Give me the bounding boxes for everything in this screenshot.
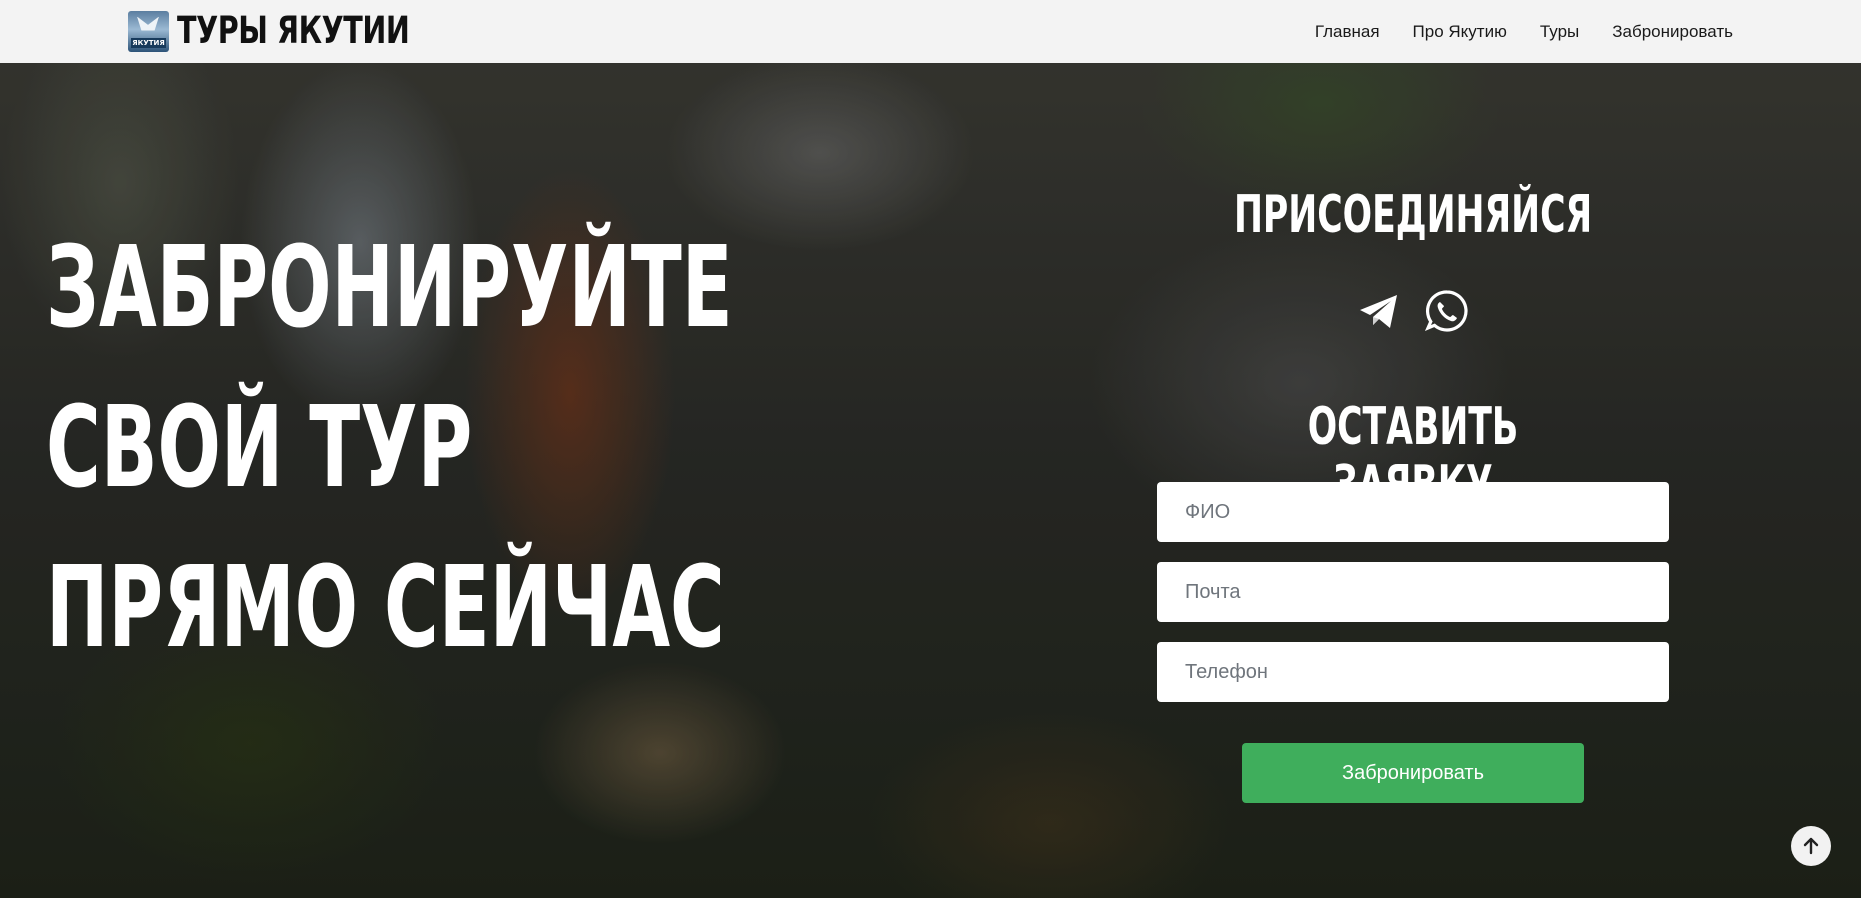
join-title: ПРИСОЕДИНЯЙСЯ	[1233, 185, 1593, 245]
whatsapp-icon[interactable]	[1425, 289, 1469, 333]
nav-link-tours[interactable]: Туры	[1540, 22, 1579, 42]
hero-title-line-3: ПРЯМО СЕЙЧАС	[46, 543, 725, 673]
phone-field[interactable]	[1157, 642, 1669, 702]
arrow-up-icon	[1803, 837, 1819, 855]
nav-link-about[interactable]: Про Якутию	[1413, 22, 1507, 42]
nav-link-home[interactable]: Главная	[1315, 22, 1380, 42]
hero-title: ЗАБРОНИРУЙТЕ СВОЙ ТУР ПРЯМО СЕЙЧАС	[46, 208, 733, 688]
logo-image: ЯКУТИЯ	[128, 10, 169, 52]
name-field[interactable]	[1157, 482, 1669, 542]
logo-text: ТУРЫ ЯКУТИИ	[177, 9, 410, 52]
scroll-to-top-button[interactable]	[1791, 826, 1831, 866]
telegram-icon[interactable]	[1357, 289, 1401, 333]
hero-section: ЗАБРОНИРУЙТЕ СВОЙ ТУР ПРЯМО СЕЙЧАС ПРИСО…	[0, 63, 1861, 898]
hero-title-line-2: СВОЙ ТУР	[46, 383, 473, 513]
email-field[interactable]	[1157, 562, 1669, 622]
social-links	[1157, 289, 1669, 333]
hero-title-line-1: ЗАБРОНИРУЙТЕ	[46, 223, 733, 353]
site-header: ЯКУТИЯ ТУРЫ ЯКУТИИ Главная Про Якутию Ту…	[0, 0, 1861, 63]
book-button[interactable]: Забронировать	[1242, 743, 1584, 803]
nav-link-book[interactable]: Забронировать	[1612, 22, 1733, 42]
site-logo[interactable]: ЯКУТИЯ ТУРЫ ЯКУТИИ	[128, 10, 447, 52]
main-nav: Главная Про Якутию Туры Забронировать	[1315, 0, 1733, 63]
